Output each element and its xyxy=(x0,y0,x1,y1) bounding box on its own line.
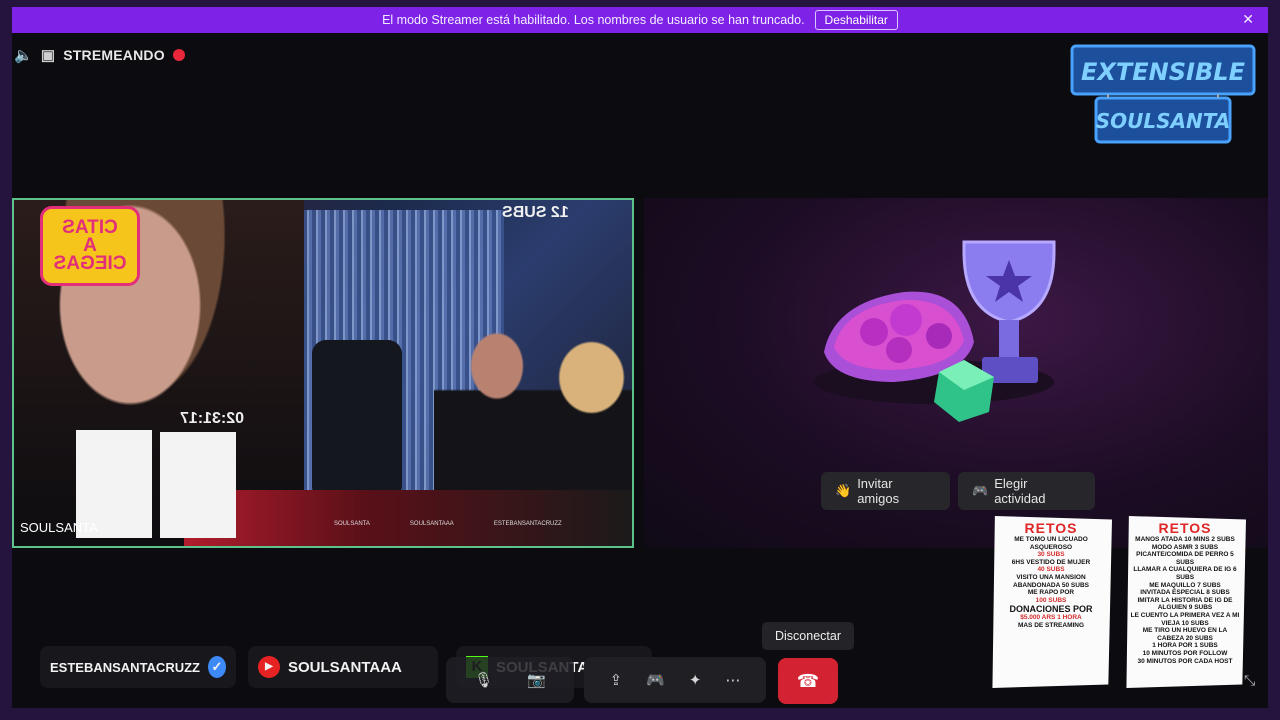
banner-message: El modo Streamer está habilitado. Los no… xyxy=(382,13,805,27)
disable-streamer-mode-button[interactable]: Deshabilitar xyxy=(814,10,898,30)
verified-badge-icon: ✓ xyxy=(207,656,226,678)
retos-line: 10 MINUTOS POR FOLLOW xyxy=(1142,649,1228,657)
close-icon[interactable]: ✕ xyxy=(1242,11,1254,28)
stream-icon: ▣ xyxy=(40,47,56,64)
gamepad-icon[interactable]: 🎮 xyxy=(646,671,665,689)
subs-counter: 12 SUBS xyxy=(502,204,569,221)
social-chip-soulsantaaa: ▶ SOULSANTAAA xyxy=(248,646,438,688)
retos-line: IMITAR LA HISTORIA DE IG DE ALGUIEN 9 SU… xyxy=(1137,596,1233,612)
desk xyxy=(184,490,632,546)
stream-username: SOULSANTA xyxy=(20,520,98,535)
logo-text-1: EXTENSIBLE xyxy=(1081,58,1246,86)
citas-a-ciegas-overlay: CITAS A CIEGAS xyxy=(40,206,140,286)
hang-up-icon: ☎ xyxy=(796,670,820,691)
invite-friends-button[interactable]: 👋 Invitar amigos xyxy=(821,472,950,510)
logo-text-2: SOULSANTA xyxy=(1096,109,1231,133)
retos-line: DONACIONES POR xyxy=(1009,604,1093,615)
retos-card-1: RETOS ME TOMO UN LICUADO ASQUEROSO 30 SU… xyxy=(992,516,1112,688)
extensible-logo: EXTENSIBLE SOULSANTA xyxy=(1068,36,1258,148)
retos-line: 1 HORA POR 1 SUBS xyxy=(1152,642,1218,650)
stream-timer: 02:31:17 xyxy=(180,410,245,427)
volume-icon[interactable]: 🔈 xyxy=(14,46,33,64)
stream-status-label: STREMEANDO xyxy=(63,47,165,63)
more-icon[interactable]: ⋯ xyxy=(725,671,740,689)
retos-line: MAS DE STREAMING xyxy=(1017,621,1085,629)
youtube-icon: ▶ xyxy=(258,656,280,678)
retos-line: MODO ASMR 3 SUBS xyxy=(1151,543,1219,551)
retos-line: ME TIRO UN HUEVO EN LA CABEZA 20 SUBS xyxy=(1142,627,1228,642)
overlay-line-3: CIEGAS xyxy=(53,253,127,274)
disconnect-tooltip: Disconectar xyxy=(762,622,854,650)
retos-line: INVITADA ESPECIAL 8 SUBS xyxy=(1140,589,1230,597)
gamepad-icon: 🎮 xyxy=(972,483,989,498)
retos-title: RETOS xyxy=(1024,520,1078,536)
retos-line: 40 SUBS xyxy=(1037,566,1065,574)
action-controls: ⇪ 🎮 ✦ ⋯ xyxy=(584,657,766,703)
retos-line: MANOS ATADA 10 MINS 2 SUBS xyxy=(1135,536,1235,543)
retos-line: VISITO UNA MANSION ABANDONADA 50 SUBS xyxy=(1013,573,1089,589)
retos-line: LE CUENTO LA PRIMERA VEZ A MI VIEJA 10 S… xyxy=(1130,611,1240,627)
stream-video-tile[interactable]: CITAS A CIEGAS 12 SUBS 02:31:17 SOULSANT… xyxy=(12,198,634,548)
disconnect-button[interactable]: ☎ xyxy=(778,658,838,704)
choose-activity-button[interactable]: 🎮 Elegir actividad xyxy=(958,472,1095,510)
retos-line: 100 SUBS xyxy=(1035,596,1067,604)
retos-line: LLAMAR A CUALQUIERA DE IG 6 SUBS xyxy=(1133,566,1237,581)
mini-retos-card-2 xyxy=(160,432,236,538)
retos-line: 30 MINUTOS POR CADA HOST xyxy=(1137,657,1233,665)
mini-handle: SOULSANTAAA xyxy=(409,521,454,527)
retos-title: RETOS xyxy=(1158,520,1212,536)
mini-handle: ESTEBANSANTACRUZZ xyxy=(493,521,562,527)
mic-camera-controls: 🎙 📷 xyxy=(446,657,574,703)
add-friend-icon: 👋 xyxy=(835,483,852,498)
choose-activity-label: Elegir actividad xyxy=(994,476,1046,506)
retos-line: ME RAPO POR xyxy=(1027,589,1075,597)
gaming-chair xyxy=(312,340,402,500)
screen-share-icon[interactable]: ⇪ xyxy=(610,671,623,689)
activity-tile xyxy=(644,198,1268,548)
fullscreen-icon[interactable]: ⤡ xyxy=(1244,672,1255,689)
social-handle: ESTEBANSANTACRUZZ xyxy=(50,659,200,675)
retos-line: $5.000 ARS 1 HORA xyxy=(1020,614,1082,622)
stream-status: 🔈 ▣ STREMEANDO xyxy=(14,46,185,64)
mini-handle: SOULSANTA xyxy=(334,521,370,527)
retos-line: 30 SUBS xyxy=(1037,551,1065,559)
activity-illustration xyxy=(814,240,1056,422)
retos-line: ME TOMO UN LICUADO ASQUEROSO xyxy=(1014,536,1088,551)
social-chip-estebansantacruzz: ESTEBANSANTACRUZZ ✓ xyxy=(40,646,236,688)
mini-handles: SOULSANTA SOULSANTAAA ESTEBANSANTACRUZZ xyxy=(334,521,562,527)
streamer-mode-banner: El modo Streamer está habilitado. Los no… xyxy=(12,7,1268,33)
retos-line: 6HS VESTIDO DE MUJER xyxy=(1011,558,1091,566)
live-indicator-icon xyxy=(172,49,185,61)
invite-friends-label: Invitar amigos xyxy=(857,476,900,506)
retos-line: PICANTE/COMIDA DE PERRO 5 SUBS xyxy=(1136,551,1234,566)
social-handle: SOULSANTAAA xyxy=(288,658,402,676)
retos-line: ME MAQUILLO 7 SUBS xyxy=(1149,581,1221,589)
microphone-icon[interactable]: 🎙 xyxy=(474,671,493,689)
soundboard-icon[interactable]: ✦ xyxy=(689,671,702,689)
camera-icon[interactable]: 📷 xyxy=(527,671,546,689)
retos-card-2: RETOS MANOS ATADA 10 MINS 2 SUBS MODO AS… xyxy=(1126,516,1246,688)
